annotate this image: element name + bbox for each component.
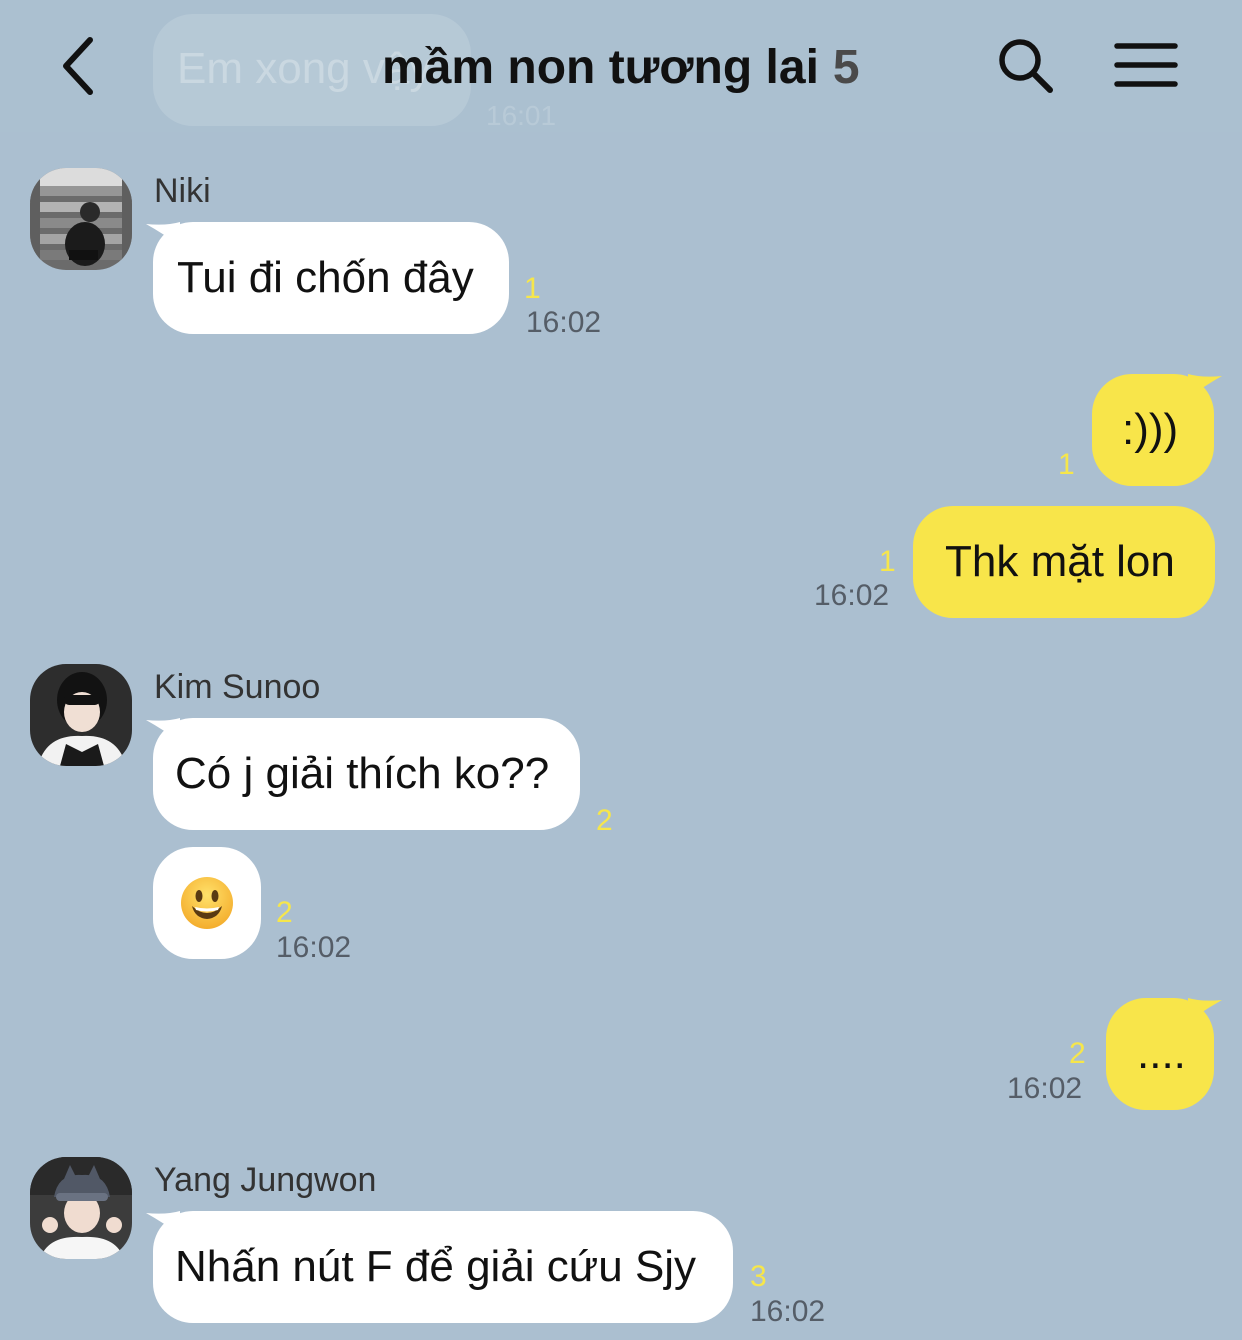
message-bubble[interactable]: Thk mặt lon (913, 506, 1215, 618)
avatar-kim-sunoo[interactable] (30, 664, 132, 766)
menu-icon (1114, 43, 1178, 87)
read-count: 2 (1069, 1037, 1086, 1070)
chat-title: mầm non tương lai 5 (382, 40, 860, 96)
message-text: Thk mặt lon (945, 537, 1175, 586)
read-count: 1 (1058, 448, 1075, 481)
message-bubble[interactable]: .... (1106, 998, 1214, 1110)
message-time: 16:02 (750, 1295, 826, 1328)
message-text: Tui đi chốn đây (177, 253, 474, 302)
message-text: .... (1137, 1029, 1186, 1078)
sender-name: Kim Sunoo (154, 668, 321, 706)
member-count: 5 (832, 41, 860, 94)
message-text: Có j giải thích ko?? (175, 749, 550, 798)
read-count: 3 (750, 1260, 767, 1293)
message-text: Nhấn nút F để giải cứu Sjy (175, 1242, 697, 1291)
profile-photo (30, 1157, 132, 1259)
grinning-face-icon (181, 877, 233, 929)
read-count: 2 (596, 804, 613, 837)
search-icon (999, 39, 1053, 93)
message-time: 16:02 (1007, 1072, 1083, 1105)
read-count: 1 (879, 545, 896, 578)
profile-photo (30, 664, 132, 766)
read-count: 2 (276, 896, 293, 929)
message-time: 16:02 (276, 931, 352, 964)
message-bubble[interactable]: Tui đi chốn đây (153, 222, 509, 334)
chat-screen: Em xong vậy 16:01 mầm non tương lai 5 Ni… (0, 0, 1242, 1340)
message-bubble[interactable]: Nhấn nút F để giải cứu Sjy (153, 1211, 733, 1323)
chat-name: mầm non tương lai (382, 41, 819, 94)
scrolled-message-time: 16:01 (486, 100, 557, 131)
back-button[interactable] (52, 30, 108, 102)
avatar-niki[interactable] (30, 168, 132, 270)
message-bubble[interactable]: Có j giải thích ko?? (153, 718, 580, 830)
message-time: 16:02 (814, 579, 890, 612)
message-bubble[interactable] (153, 847, 261, 959)
avatar-yang-jungwon[interactable] (30, 1157, 132, 1259)
sender-name: Niki (154, 172, 211, 210)
search-button[interactable] (996, 36, 1056, 96)
message-bubble[interactable]: :))) (1092, 374, 1214, 486)
chevron-left-icon (63, 37, 93, 95)
message-time: 16:02 (526, 306, 602, 339)
sender-name: Yang Jungwon (154, 1161, 377, 1199)
menu-button[interactable] (1114, 40, 1178, 90)
profile-photo (30, 168, 132, 270)
chat-header: Em xong vậy 16:01 mầm non tương lai 5 (0, 0, 1242, 132)
read-count: 1 (524, 272, 541, 305)
message-text: :))) (1122, 405, 1179, 454)
